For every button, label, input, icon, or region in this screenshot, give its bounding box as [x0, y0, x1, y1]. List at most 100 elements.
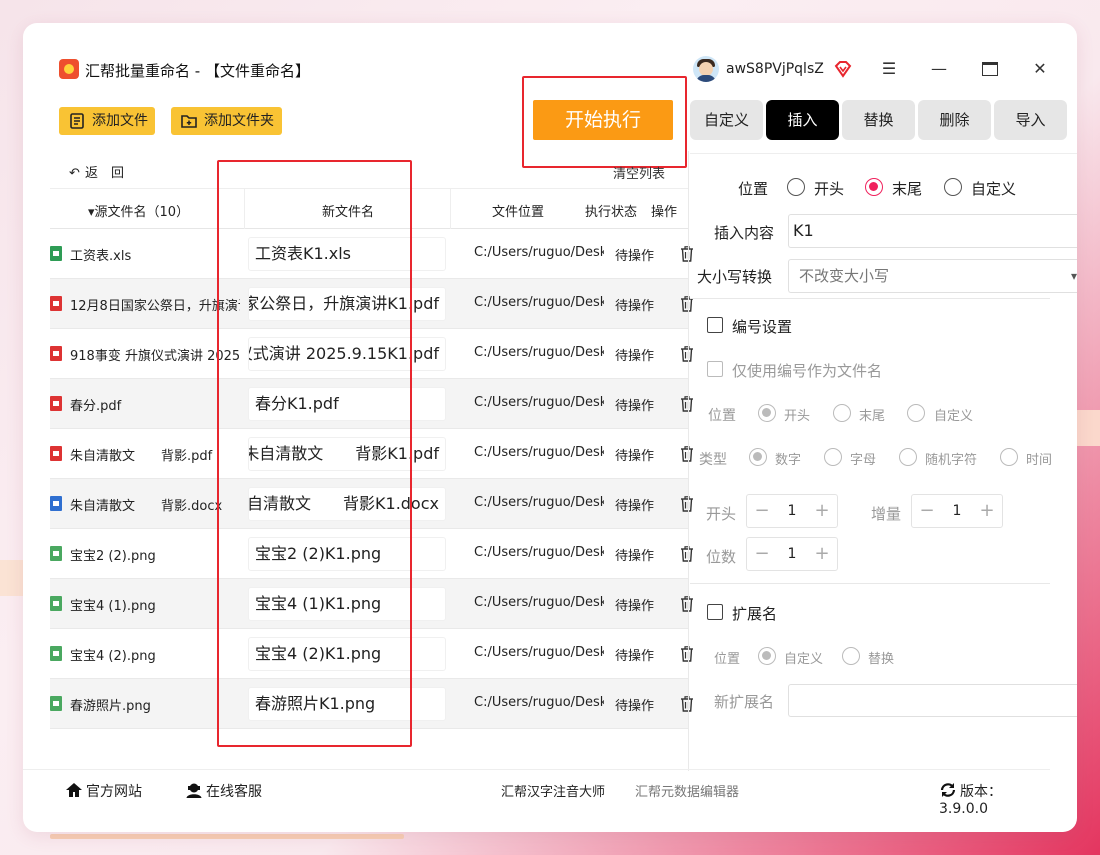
hanzi-link[interactable]: 汇帮汉字注音大师	[501, 781, 605, 800]
only-number-checkbox[interactable]	[707, 361, 723, 377]
trash-icon[interactable]	[680, 446, 694, 462]
start-stepper[interactable]: − 1 +	[746, 494, 838, 528]
minus-icon[interactable]: −	[749, 495, 775, 527]
digits-stepper[interactable]: − 1 +	[746, 537, 838, 571]
table-row[interactable]: 12月8日国家公祭日，升旗演讲.pdf 12月8日国家公祭日，升旗演讲K1.pdf…	[50, 279, 693, 329]
numbering-position-end-radio[interactable]	[833, 404, 851, 422]
back-button[interactable]: ↶ 返 回	[69, 162, 124, 181]
metadata-link[interactable]: 汇帮元数据编辑器	[635, 781, 739, 800]
new-file-name-input[interactable]: 朱自清散文 背影K1.pdf	[248, 437, 446, 471]
table-row[interactable]: 宝宝2 (2).png 宝宝2 (2)K1.png C:/Users/ruguo/D…	[50, 529, 693, 579]
minus-icon[interactable]: −	[914, 495, 940, 527]
type-random-radio[interactable]	[899, 448, 917, 466]
online-service-label: 在线客服	[206, 784, 262, 800]
trash-icon[interactable]	[680, 696, 694, 712]
tab-insert[interactable]: 插入	[766, 100, 839, 140]
table-row[interactable]: 春游照片.png 春游照片K1.png C:/Users/ruguo/Deskto 待…	[50, 679, 693, 729]
type-number-radio[interactable]	[749, 448, 767, 466]
insert-position-custom-radio[interactable]	[944, 178, 962, 196]
new-ext-input[interactable]	[788, 684, 1077, 717]
pdf-file-icon	[50, 396, 62, 411]
table-row[interactable]: 宝宝4 (2).png 宝宝4 (2)K1.png C:/Users/ruguo/D…	[50, 629, 693, 679]
header-source[interactable]: ▾源文件名（10）	[88, 201, 189, 220]
window-title: 汇帮批量重命名 - 【文件重命名】	[85, 62, 310, 80]
numbering-checkbox[interactable]	[707, 317, 723, 333]
trash-icon[interactable]	[680, 396, 694, 412]
plus-icon[interactable]: +	[809, 495, 835, 527]
official-site-link[interactable]: 官方网站	[65, 781, 142, 801]
new-file-name-input[interactable]: 宝宝4 (2)K1.png	[248, 637, 446, 671]
table-header: ▾源文件名（10） 新文件名 文件位置 执行状态 操作	[50, 188, 688, 229]
case-select[interactable]: 不改变大小写 ▾	[788, 259, 1077, 293]
user-avatar[interactable]	[693, 56, 719, 82]
table-row[interactable]: 朱自清散文 背影.pdf 朱自清散文 背影K1.pdf C:/Users/ruguo…	[50, 429, 693, 479]
insert-position-end-radio[interactable]	[865, 178, 883, 196]
numbering-position-start-radio[interactable]	[758, 404, 776, 422]
increment-stepper[interactable]: − 1 +	[911, 494, 1003, 528]
type-letter-radio[interactable]	[824, 448, 842, 466]
extension-custom-radio[interactable]	[758, 647, 776, 665]
add-folder-icon	[181, 115, 197, 128]
table-row[interactable]: 春分.pdf 春分K1.pdf C:/Users/ruguo/Deskto 待操作	[50, 379, 693, 429]
version-info[interactable]: 版本：3.9.0.0	[939, 781, 1050, 817]
new-file-name-text: 朱自清散文 背影K1.docx	[248, 494, 439, 513]
title-bar: 汇帮批量重命名 - 【文件重命名】 awS8PVjPqlsZ ☰ — ✕	[23, 23, 1077, 89]
table-row[interactable]: 朱自清散文 背影.docx 朱自清散文 背影K1.docx C:/Users/rug…	[50, 479, 693, 529]
tab-replace[interactable]: 替换	[842, 100, 915, 140]
trash-icon[interactable]	[680, 346, 694, 362]
numbering-position-custom-radio[interactable]	[907, 404, 925, 422]
tab-custom[interactable]: 自定义	[690, 100, 763, 140]
new-file-name-text: 春游照片K1.png	[255, 694, 376, 713]
table-row[interactable]: 工资表.xls 工资表K1.xls C:/Users/ruguo/Deskto 待操作	[50, 229, 693, 279]
plus-icon[interactable]: +	[809, 538, 835, 570]
status-text: 待操作	[615, 599, 655, 614]
insert-position-custom-label: 自定义	[971, 180, 1017, 198]
type-time-radio[interactable]	[1000, 448, 1018, 466]
add-folder-button[interactable]: 添加文件夹	[171, 107, 282, 135]
tab-delete[interactable]: 删除	[918, 100, 991, 140]
trash-icon[interactable]	[680, 496, 694, 512]
new-file-name-input[interactable]: 工资表K1.xls	[248, 237, 446, 271]
close-icon[interactable]: ✕	[1030, 59, 1050, 79]
extension-replace-radio[interactable]	[842, 647, 860, 665]
online-service-link[interactable]: 在线客服	[185, 781, 262, 801]
new-file-name-input[interactable]: 宝宝2 (2)K1.png	[248, 537, 446, 571]
digits-value[interactable]: 1	[773, 538, 811, 570]
source-file-name: 春游照片.png	[70, 699, 151, 714]
new-file-name-input[interactable]: 12月8日国家公祭日，升旗演讲K1.pdf	[248, 287, 446, 321]
clear-list-button[interactable]: 清空列表	[613, 163, 665, 182]
username[interactable]: awS8PVjPqlsZ	[726, 61, 824, 77]
extension-checkbox[interactable]	[707, 604, 723, 620]
add-file-button[interactable]: 添加文件	[59, 107, 155, 135]
plus-icon[interactable]: +	[974, 495, 1000, 527]
minimize-icon[interactable]: —	[929, 59, 949, 79]
new-file-name-input[interactable]: 朱自清散文 背影K1.docx	[248, 487, 446, 521]
png-file-icon	[50, 546, 62, 561]
numbering-position-start-label: 开头	[784, 409, 811, 424]
minus-icon[interactable]: −	[749, 538, 775, 570]
trash-icon[interactable]	[680, 546, 694, 562]
insert-position-start-radio[interactable]	[787, 178, 805, 196]
trash-icon[interactable]	[680, 246, 694, 262]
source-file-name: 918事变 升旗仪式演讲 2025.9.15.pdf	[70, 349, 240, 364]
table-row[interactable]: 宝宝4 (1).png 宝宝4 (1)K1.png C:/Users/ruguo/D…	[50, 579, 693, 629]
increment-value[interactable]: 1	[938, 495, 976, 527]
trash-icon[interactable]	[680, 596, 694, 612]
maximize-icon[interactable]	[980, 59, 1000, 79]
menu-icon[interactable]: ☰	[879, 59, 899, 79]
status-text: 待操作	[615, 299, 655, 314]
new-file-name-input[interactable]: 918事变 升旗仪式演讲 2025.9.15K1.pdf	[248, 337, 446, 371]
source-file-name: 宝宝4 (2).png	[70, 649, 156, 664]
new-file-name-input[interactable]: 宝宝4 (1)K1.png	[248, 587, 446, 621]
new-file-name-input[interactable]: 春游照片K1.png	[248, 687, 446, 721]
tab-import[interactable]: 导入	[994, 100, 1067, 140]
trash-icon[interactable]	[680, 646, 694, 662]
home-icon	[66, 783, 82, 797]
vip-diamond-icon[interactable]	[834, 60, 852, 78]
table-row[interactable]: 918事变 升旗仪式演讲 2025.9.15.pdf 918事变 升旗仪式演讲 2…	[50, 329, 693, 379]
start-button[interactable]: 开始执行	[533, 100, 673, 140]
start-value[interactable]: 1	[773, 495, 811, 527]
insert-content-input[interactable]: K1	[788, 214, 1077, 248]
new-file-name-text: 12月8日国家公祭日，升旗演讲K1.pdf	[249, 294, 439, 313]
new-file-name-input[interactable]: 春分K1.pdf	[248, 387, 446, 421]
